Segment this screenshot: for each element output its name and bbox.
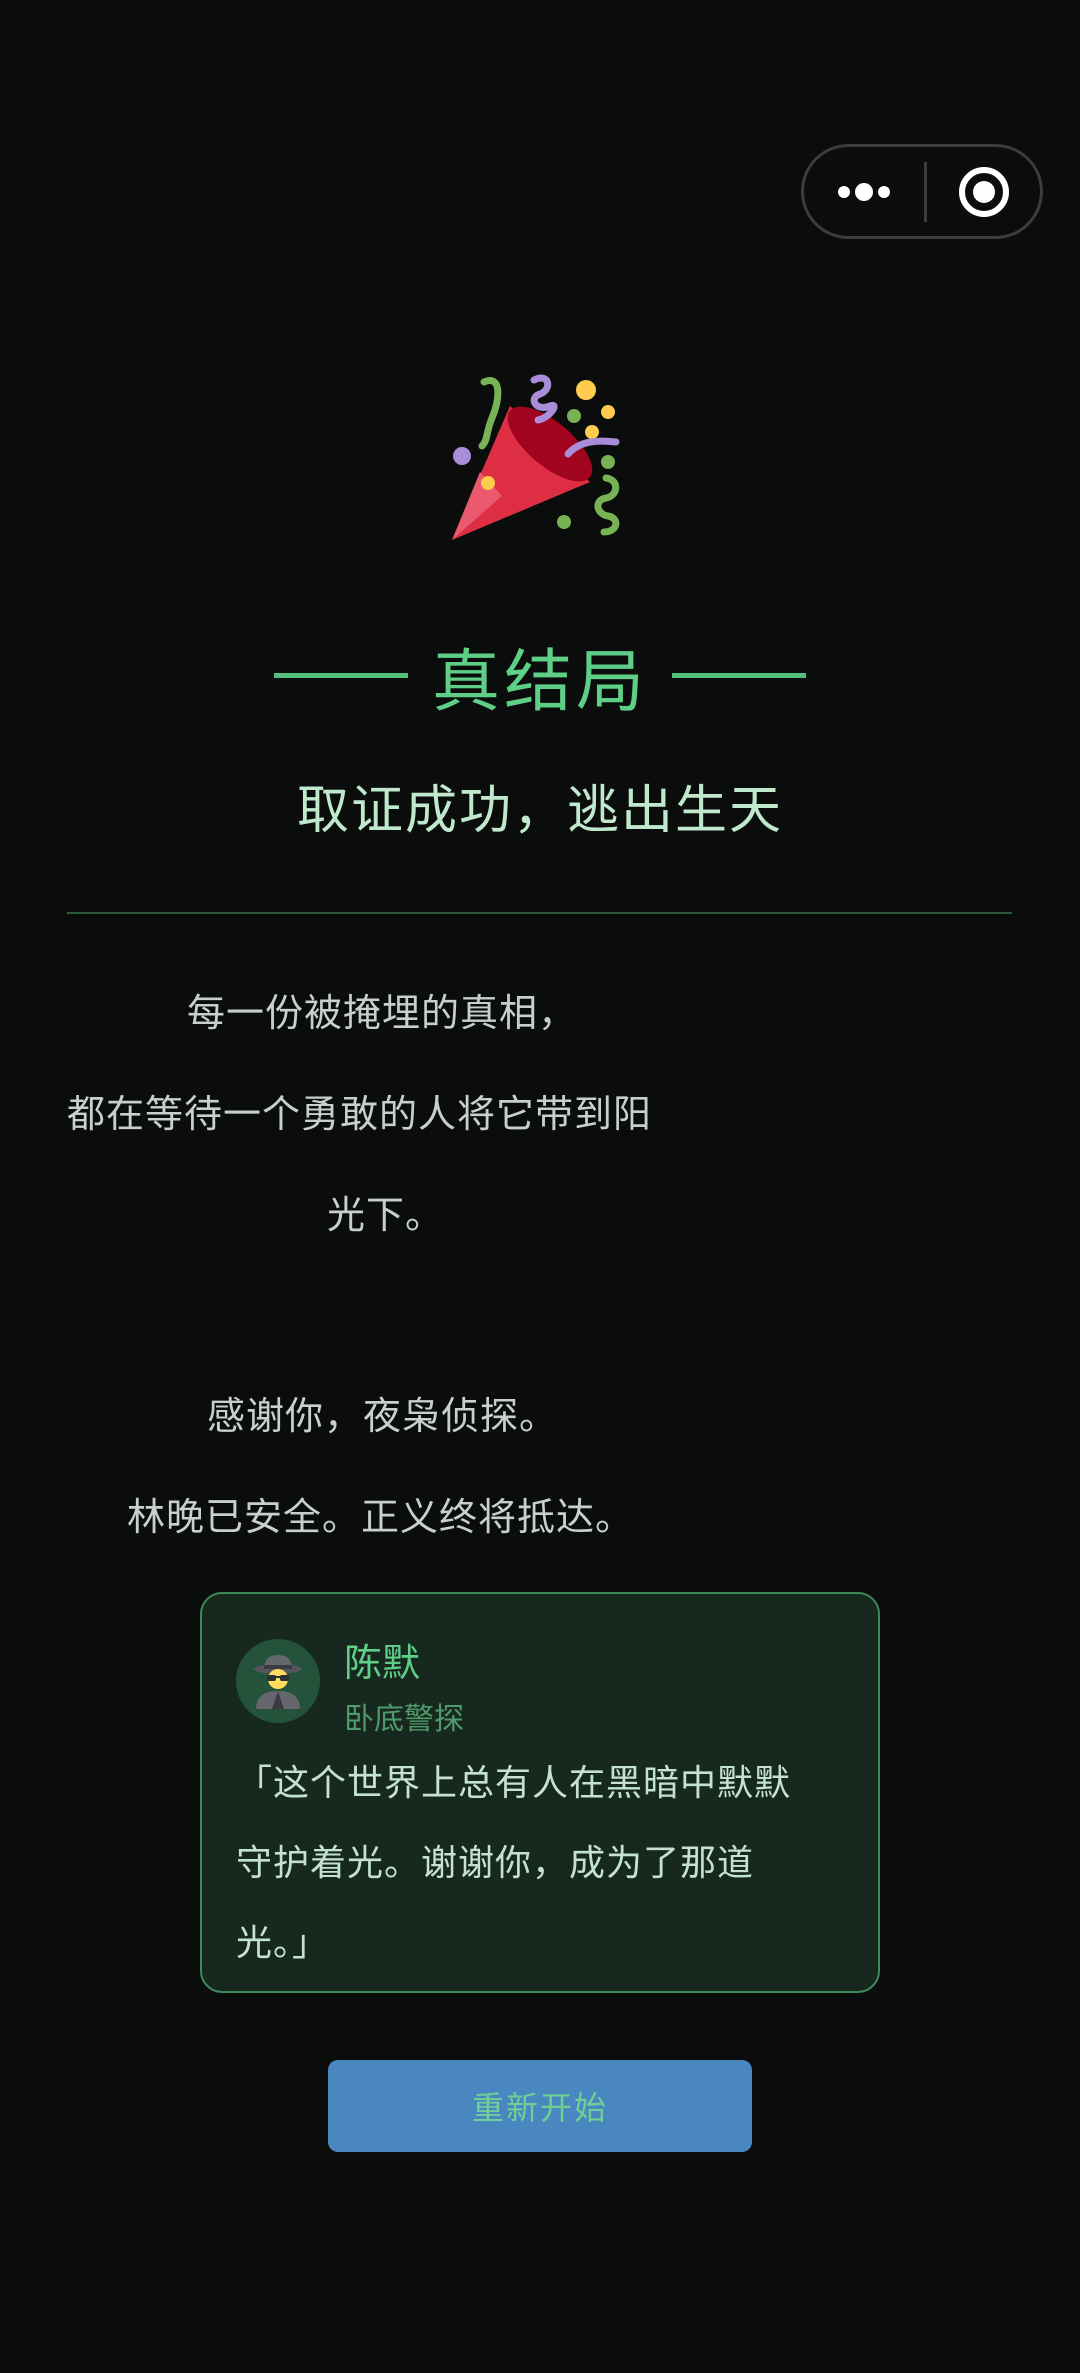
title-left-line [273,672,408,678]
miniprogram-capsule [801,144,1043,239]
avatar [236,1639,320,1723]
close-button[interactable] [927,147,1040,236]
ending-title: 真结局 [0,620,1080,730]
more-button[interactable] [804,147,924,236]
character-quote-card: 陈默 卧底警探 「这个世界上总有人在黑暗中默默守护着光。谢谢你，成为了那道光。」 [200,1592,880,1993]
ending-page: 真结局 取证成功，逃出生天 每一份被掩埋的真相， 都在等待一个勇敢的人将它带到阳… [0,0,1080,2373]
ending-subtitle: 取证成功，逃出生天 [296,781,783,841]
title-right-line [672,672,806,678]
section-divider [67,912,1012,914]
poem-line-1: 每一份被掩埋的真相， [187,991,578,1035]
character-quote: 「这个世界上总有人在黑暗中默默守护着光。谢谢你，成为了那道光。」 [236,1763,792,1964]
ending-title-text: 真结局 [431,642,648,722]
detective-icon [254,1655,302,1709]
restart-button[interactable]: 重新开始 [328,2060,752,2152]
party-popper-icon [440,370,640,550]
more-dots-icon [838,182,890,201]
poem-line-5: 林晚已安全。正义终将抵达。 [127,1495,635,1539]
poem-line-3: 光下。 [327,1193,445,1237]
poem-line-4: 感谢你，夜枭侦探。 [207,1394,559,1438]
character-role: 卧底警探 [344,1702,464,1737]
target-circle-icon [958,166,1009,217]
character-name: 陈默 [344,1641,421,1685]
poem-line-2: 都在等待一个勇敢的人将它带到阳 [67,1092,653,1136]
